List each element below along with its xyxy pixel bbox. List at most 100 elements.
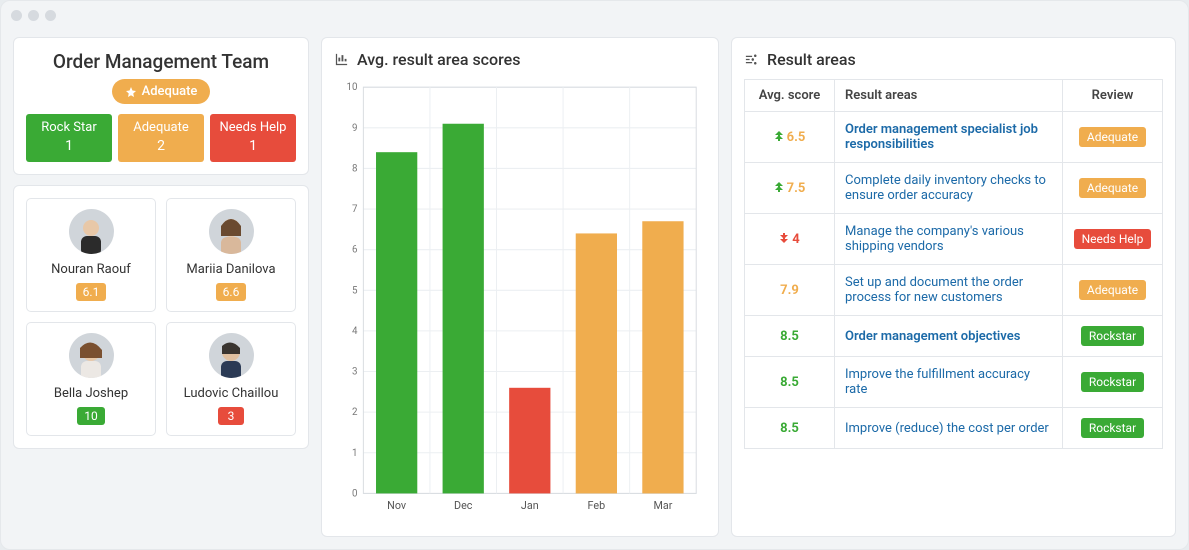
avatar [69, 333, 114, 378]
avg-score-cell: 8.5 [745, 316, 835, 357]
star-icon [125, 86, 137, 98]
stat-row: Rock Star1Adequate2Needs Help1 [26, 114, 296, 162]
review-badge: Adequate [1079, 178, 1146, 198]
person-card[interactable]: Ludovic Chaillou 3 [166, 322, 296, 436]
avatar [209, 333, 254, 378]
bar[interactable] [576, 233, 617, 493]
review-cell: Adequate [1063, 163, 1163, 214]
svg-text:4: 4 [352, 326, 358, 337]
results-table: Avg. score Result areas Review 6.5 Order… [744, 79, 1163, 449]
avg-score-cell: 6.5 [745, 112, 835, 163]
team-column: Order Management Team Adequate Rock Star… [13, 37, 309, 537]
review-badge: Rockstar [1081, 418, 1144, 438]
trend-up-icon [774, 130, 784, 145]
bar[interactable] [376, 152, 417, 493]
review-badge: Adequate [1079, 127, 1146, 147]
result-area-cell: Improve (reduce) the cost per order [835, 408, 1063, 449]
app-window: Order Management Team Adequate Rock Star… [0, 0, 1189, 550]
table-row: 8.5 Order management objectives Rockstar [745, 316, 1163, 357]
col-area: Result areas [835, 80, 1063, 112]
bar-chart-icon [334, 52, 349, 67]
svg-text:2: 2 [352, 407, 358, 418]
content-row: Order Management Team Adequate Rock Star… [1, 29, 1188, 549]
chart-panel: Avg. result area scores 012345678910NovD… [321, 37, 719, 537]
result-area-cell: Improve the fulfillment accuracy rate [835, 357, 1063, 408]
window-dot[interactable] [28, 10, 39, 21]
person-name: Bella Joshep [37, 386, 145, 401]
person-name: Ludovic Chaillou [177, 386, 285, 401]
chart-title-row: Avg. result area scores [334, 50, 706, 69]
col-score: Avg. score [745, 80, 835, 112]
window-dot[interactable] [11, 10, 22, 21]
table-row: 8.5 Improve the fulfillment accuracy rat… [745, 357, 1163, 408]
review-cell: Adequate [1063, 265, 1163, 316]
review-cell: Rockstar [1063, 357, 1163, 408]
person-score-badge: 3 [218, 407, 244, 425]
person-card[interactable]: Mariia Danilova 6.6 [166, 198, 296, 312]
result-area-link[interactable]: Improve the fulfillment accuracy rate [845, 367, 1030, 397]
team-summary-panel: Order Management Team Adequate Rock Star… [13, 37, 309, 175]
person-score-badge: 6.1 [76, 283, 107, 301]
person-name: Mariia Danilova [177, 262, 285, 277]
person-name: Nouran Raouf [37, 262, 145, 277]
results-panel: Result areas Avg. score Result areas Rev… [731, 37, 1176, 537]
person-score-badge: 10 [77, 407, 105, 425]
review-cell: Rockstar [1063, 408, 1163, 449]
result-area-link[interactable]: Set up and document the order process fo… [845, 275, 1023, 305]
bar[interactable] [509, 388, 550, 494]
result-area-cell: Order management objectives [835, 316, 1063, 357]
svg-text:5: 5 [352, 285, 358, 296]
review-badge: Adequate [1079, 280, 1146, 300]
overall-rating-badge: Adequate [112, 79, 211, 104]
review-badge: Rockstar [1081, 372, 1144, 392]
svg-text:1: 1 [352, 448, 357, 459]
table-header-row: Avg. score Result areas Review [745, 80, 1163, 112]
table-row: 4 Manage the company's various shipping … [745, 214, 1163, 265]
stat-box[interactable]: Adequate2 [118, 114, 204, 162]
chart-title: Avg. result area scores [357, 50, 520, 69]
results-title: Result areas [767, 50, 856, 69]
overall-rating-label: Adequate [142, 84, 198, 99]
people-panel: Nouran Raouf 6.1 Mariia Danilova 6.6 Bel… [13, 185, 309, 449]
result-area-cell: Manage the company's various shipping ve… [835, 214, 1063, 265]
bar[interactable] [642, 221, 683, 493]
result-area-cell: Complete daily inventory checks to ensur… [835, 163, 1063, 214]
svg-text:9: 9 [352, 123, 357, 134]
avg-score-cell: 7.5 [745, 163, 835, 214]
review-cell: Rockstar [1063, 316, 1163, 357]
stat-box[interactable]: Needs Help1 [210, 114, 296, 162]
svg-text:Feb: Feb [588, 499, 606, 512]
avg-score-cell: 8.5 [745, 408, 835, 449]
result-area-link[interactable]: Complete daily inventory checks to ensur… [845, 173, 1046, 203]
result-area-cell: Set up and document the order process fo… [835, 265, 1063, 316]
svg-text:8: 8 [352, 163, 358, 174]
avg-score-cell: 4 [745, 214, 835, 265]
bar[interactable] [443, 124, 484, 494]
result-area-link[interactable]: Order management specialist job responsi… [845, 122, 1038, 152]
stat-count: 2 [118, 137, 204, 155]
results-title-row: Result areas [744, 50, 1163, 69]
stat-box[interactable]: Rock Star1 [26, 114, 112, 162]
stat-count: 1 [26, 137, 112, 155]
person-card[interactable]: Bella Joshep 10 [26, 322, 156, 436]
sliders-icon [744, 52, 759, 67]
svg-text:Jan: Jan [521, 499, 539, 512]
person-score-badge: 6.6 [216, 283, 247, 301]
avg-score-cell: 8.5 [745, 357, 835, 408]
result-area-link[interactable]: Manage the company's various shipping ve… [845, 224, 1024, 254]
avatar [209, 209, 254, 254]
review-badge: Rockstar [1081, 326, 1144, 346]
table-row: 7.9 Set up and document the order proces… [745, 265, 1163, 316]
col-review: Review [1063, 80, 1163, 112]
result-area-link[interactable]: Improve (reduce) the cost per order [845, 421, 1049, 436]
window-dot[interactable] [45, 10, 56, 21]
stat-label: Adequate [118, 120, 204, 137]
table-row: 8.5 Improve (reduce) the cost per order … [745, 408, 1163, 449]
table-row: 7.5 Complete daily inventory checks to e… [745, 163, 1163, 214]
review-cell: Adequate [1063, 112, 1163, 163]
avg-score-cell: 7.9 [745, 265, 835, 316]
stat-count: 1 [210, 137, 296, 155]
stat-label: Needs Help [210, 120, 296, 137]
person-card[interactable]: Nouran Raouf 6.1 [26, 198, 156, 312]
result-area-link[interactable]: Order management objectives [845, 329, 1020, 344]
